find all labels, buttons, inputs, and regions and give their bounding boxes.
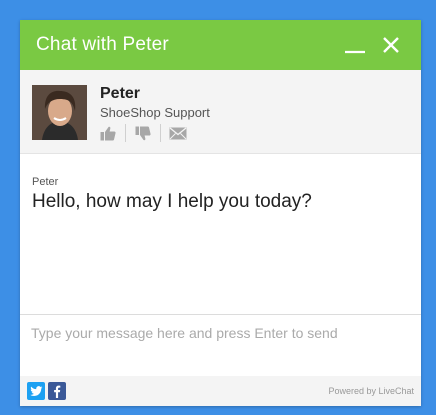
message-item: Peter Hello, how may I help you today? [32, 176, 409, 213]
chat-window: Chat with Peter Peter ShoeShop Support P… [20, 20, 421, 406]
chat-footer: Powered by LiveChat [20, 376, 421, 406]
close-button[interactable] [377, 31, 405, 59]
minimize-icon [345, 50, 365, 54]
message-author: Peter [32, 176, 59, 188]
rate-good-button[interactable] [100, 124, 125, 142]
twitter-button[interactable] [27, 382, 45, 400]
facebook-button[interactable] [48, 382, 66, 400]
agent-panel: Peter ShoeShop Support [20, 70, 421, 154]
message-text: Hello, how may I help you today? [32, 191, 312, 212]
powered-by-link[interactable]: Powered by LiveChat [328, 386, 414, 396]
facebook-icon [54, 385, 61, 398]
close-icon [383, 37, 399, 53]
agent-name: Peter [100, 85, 141, 102]
message-input[interactable] [20, 315, 421, 376]
chat-header: Chat with Peter [20, 20, 421, 70]
message-list: Peter Hello, how may I help you today? [20, 154, 421, 314]
email-transcript-button[interactable] [161, 124, 195, 142]
envelope-icon [169, 126, 187, 139]
thumbs-up-icon [100, 126, 116, 140]
agent-role: ShoeShop Support [100, 105, 210, 120]
thumbs-down-icon [135, 126, 151, 140]
rate-bad-button[interactable] [126, 124, 160, 142]
chat-title: Chat with Peter [36, 34, 169, 55]
composer [20, 314, 421, 376]
minimize-button[interactable] [341, 31, 369, 59]
rating-actions [100, 124, 210, 142]
agent-avatar [32, 85, 87, 140]
twitter-icon [29, 385, 42, 396]
